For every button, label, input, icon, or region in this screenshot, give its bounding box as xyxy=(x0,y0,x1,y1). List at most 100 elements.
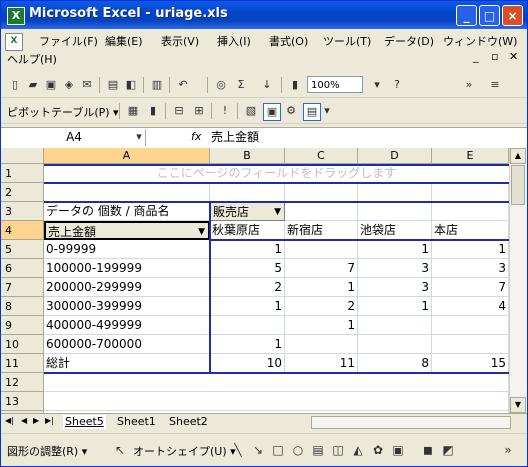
menu-format[interactable]: 書式(O) xyxy=(269,33,308,49)
total-cell[interactable]: 15 xyxy=(432,354,509,373)
column-header[interactable]: E xyxy=(432,148,509,164)
autoshape-menu[interactable]: オートシェイプ(U) ▾ xyxy=(133,443,236,459)
total-cell[interactable]: 10 xyxy=(210,354,285,373)
column-header[interactable]: C xyxy=(285,148,358,164)
cell[interactable] xyxy=(358,202,432,221)
print-icon[interactable]: ▤ xyxy=(105,77,121,93)
line-icon[interactable]: ╲ xyxy=(231,443,245,457)
sheet-tab-sheet5[interactable]: Sheet5 xyxy=(63,415,106,429)
name-box[interactable]: A4 xyxy=(3,129,146,146)
range-label[interactable]: 100000-199999 xyxy=(44,259,210,278)
count-cell[interactable]: 1 xyxy=(210,297,285,316)
total-cell[interactable]: 11 xyxy=(285,354,358,373)
arrow-icon[interactable]: ↘ xyxy=(251,443,265,457)
cell[interactable] xyxy=(285,183,358,202)
row-header[interactable]: 6 xyxy=(1,259,44,278)
count-cell[interactable]: 3 xyxy=(432,259,509,278)
select-all-corner[interactable] xyxy=(1,148,44,164)
save-icon[interactable]: ▣ xyxy=(43,77,59,93)
menu-help[interactable]: ヘルプ(H) xyxy=(7,51,57,67)
first-sheet-icon[interactable]: ◀| xyxy=(5,416,14,425)
count-cell[interactable] xyxy=(285,335,358,354)
cell[interactable] xyxy=(44,373,509,392)
row-header[interactable]: 12 xyxy=(1,373,44,392)
row-header[interactable]: 9 xyxy=(1,316,44,335)
count-cell[interactable]: 7 xyxy=(285,259,358,278)
count-cell[interactable]: 1 xyxy=(210,240,285,259)
menu-tools[interactable]: ツール(T) xyxy=(323,33,371,49)
column-header[interactable]: B xyxy=(210,148,285,164)
format-report-icon[interactable]: ▦ xyxy=(125,103,141,119)
store-header[interactable]: 秋葉原店 xyxy=(210,221,285,240)
toolbar-options-icon[interactable]: » xyxy=(461,77,477,93)
select-objects-icon[interactable]: ↖ xyxy=(113,443,127,457)
cell[interactable] xyxy=(285,202,358,221)
3d-icon[interactable]: ◩ xyxy=(441,443,455,457)
row-header[interactable]: 5 xyxy=(1,240,44,259)
count-cell[interactable]: 1 xyxy=(358,240,432,259)
row-header[interactable]: 10 xyxy=(1,335,44,354)
draw-adjust-menu[interactable]: 図形の調整(R) ▾ xyxy=(7,443,87,459)
email-icon[interactable]: ✉ xyxy=(79,77,95,93)
total-cell[interactable]: 8 xyxy=(358,354,432,373)
count-cell[interactable]: 1 xyxy=(432,240,509,259)
page-field-drop-zone[interactable]: ここにページのフィールドをドラッグします xyxy=(44,164,509,183)
maximize-button[interactable]: □ xyxy=(479,5,500,26)
scroll-thumb[interactable] xyxy=(511,165,525,205)
range-label[interactable]: 200000-299999 xyxy=(44,278,210,297)
grand-total-label[interactable]: 総計 xyxy=(44,354,210,373)
scroll-up-icon[interactable]: ▲ xyxy=(510,148,526,164)
horizontal-scrollbar[interactable] xyxy=(311,416,511,429)
minimize-button[interactable]: _ xyxy=(456,5,477,26)
prev-sheet-icon[interactable]: ◀ xyxy=(21,416,27,425)
excel-app-icon[interactable]: X xyxy=(7,7,25,25)
permission-icon[interactable]: ◈ xyxy=(61,77,77,93)
row-header[interactable]: 4 xyxy=(1,221,44,240)
doc-restore-icon[interactable]: ▫ xyxy=(491,50,498,63)
doc-close-icon[interactable]: ✕ xyxy=(509,50,518,63)
store-header[interactable]: 池袋店 xyxy=(358,221,432,240)
cell[interactable] xyxy=(210,183,285,202)
dropdown-arrow-icon[interactable]: ▼ xyxy=(198,223,205,238)
column-header[interactable]: A xyxy=(44,148,210,164)
close-button[interactable]: × xyxy=(502,5,523,26)
count-cell[interactable]: 1 xyxy=(285,278,358,297)
diagram-icon[interactable]: ◭ xyxy=(351,443,365,457)
menu-edit[interactable]: 編集(E) xyxy=(105,33,143,49)
chart-wizard-icon[interactable]: ▮ xyxy=(287,77,303,93)
open-icon[interactable]: ▰ xyxy=(25,77,41,93)
menu-view[interactable]: 表示(V) xyxy=(161,33,199,49)
shadow-icon[interactable]: ◼ xyxy=(421,443,435,457)
workbook-icon[interactable]: X xyxy=(5,33,23,51)
count-cell[interactable]: 7 xyxy=(432,278,509,297)
row-header[interactable]: 8 xyxy=(1,297,44,316)
count-cell[interactable] xyxy=(432,316,509,335)
count-cell[interactable] xyxy=(432,335,509,354)
field-settings-icon[interactable]: ⚙ xyxy=(283,103,299,119)
textbox-icon[interactable]: ▤ xyxy=(311,443,325,457)
count-cell[interactable] xyxy=(210,316,285,335)
pivot-table-menu[interactable]: ピボットテーブル(P) ▾ xyxy=(7,104,119,120)
wordart-icon[interactable]: ◫ xyxy=(331,443,345,457)
show-items-icon[interactable]: ▣ xyxy=(263,103,281,121)
menu-data[interactable]: データ(D) xyxy=(384,33,434,49)
count-cell[interactable]: 3 xyxy=(358,278,432,297)
cell[interactable] xyxy=(44,183,210,202)
cell[interactable] xyxy=(44,392,509,411)
vertical-scrollbar[interactable]: ▲ ▼ xyxy=(509,148,527,413)
row-field-button[interactable]: 売上金額 ▼ xyxy=(44,221,210,240)
spreadsheet-grid[interactable]: A B C D E 1 2 3 4 5 6 7 8 9 10 11 12 13 … xyxy=(1,148,509,413)
new-icon[interactable]: ▯ xyxy=(7,77,23,93)
range-label[interactable]: 0-99999 xyxy=(44,240,210,259)
fx-icon[interactable]: fx xyxy=(191,130,201,143)
row-header[interactable]: 7 xyxy=(1,278,44,297)
toolbar-options-icon[interactable]: » xyxy=(501,443,515,457)
align-icon[interactable]: ≡ xyxy=(487,77,503,93)
formula-content[interactable]: 売上金額 xyxy=(211,129,259,146)
dropdown-arrow-icon[interactable]: ▼ xyxy=(274,203,281,220)
last-sheet-icon[interactable]: ▶| xyxy=(45,416,54,425)
count-cell[interactable] xyxy=(285,240,358,259)
cell[interactable] xyxy=(432,202,509,221)
scroll-down-icon[interactable]: ▼ xyxy=(510,397,526,413)
include-hidden-icon[interactable]: ▧ xyxy=(243,103,259,119)
